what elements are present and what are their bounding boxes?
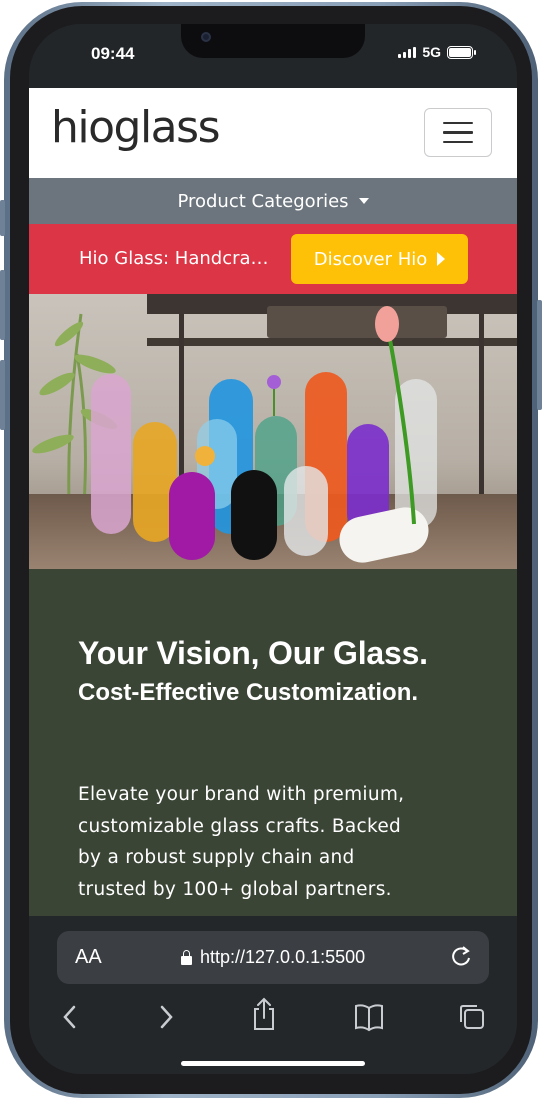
battery-icon [447, 45, 476, 59]
share-icon[interactable] [250, 996, 278, 1036]
site-logo[interactable]: hioglass [51, 102, 221, 153]
signal-icon [398, 46, 417, 58]
reload-icon[interactable] [449, 944, 473, 974]
discover-hio-label: Discover Hio [313, 248, 428, 270]
glass-vases-photo [29, 294, 517, 569]
mute-switch [0, 200, 5, 236]
screen: 09:44 5G hioglass Product Categories Hio… [29, 24, 517, 1074]
caret-down-icon [358, 198, 369, 204]
back-icon[interactable] [59, 1002, 81, 1036]
product-categories-label: Product Categories [177, 190, 349, 212]
promo-text: Hio Glass: Handcrafted [79, 248, 273, 269]
status-bar: 09:44 5G [29, 24, 517, 88]
network-label: 5G [422, 44, 441, 60]
bookmarks-icon[interactable] [353, 1002, 385, 1036]
promo-banner: Hio Glass: Handcrafted Discover Hio [29, 224, 517, 294]
hero-content: Your Vision, Our Glass. Cost-Effective C… [29, 569, 517, 929]
power-button [537, 300, 542, 410]
hero-paragraph: Elevate your brand with premium, customi… [78, 784, 405, 900]
play-arrow-icon [437, 252, 446, 266]
volume-down-button [0, 360, 5, 430]
url-display[interactable]: http://127.0.0.1:5500 [181, 947, 365, 968]
url-text: http://127.0.0.1:5500 [200, 947, 366, 967]
tabs-icon[interactable] [457, 1002, 487, 1036]
hero-image [29, 294, 517, 569]
status-time: 09:44 [91, 44, 135, 63]
lock-icon [181, 949, 192, 965]
notch [181, 24, 365, 58]
discover-hio-button[interactable]: Discover Hio [291, 234, 468, 284]
site-header: hioglass [29, 88, 517, 178]
text-size-button[interactable]: AA [75, 946, 102, 969]
hero-subheading: Cost-Effective Customization. [78, 679, 419, 706]
camera-icon [201, 32, 211, 42]
home-indicator [181, 1061, 365, 1066]
hamburger-menu-button[interactable] [424, 108, 492, 157]
volume-up-button [0, 270, 5, 340]
browser-toolbar [29, 997, 517, 1042]
forward-icon[interactable] [155, 1002, 177, 1036]
hero-heading: Your Vision, Our Glass. [78, 635, 428, 671]
status-indicators: 5G [398, 44, 476, 60]
product-categories-dropdown[interactable]: Product Categories [29, 178, 517, 224]
text-size-label: AA [75, 946, 102, 968]
browser-bottom-bar: AA http://127.0.0.1:5500 [29, 916, 517, 1074]
address-bar[interactable]: AA http://127.0.0.1:5500 [57, 931, 489, 984]
hamburger-menu-icon [443, 121, 473, 125]
